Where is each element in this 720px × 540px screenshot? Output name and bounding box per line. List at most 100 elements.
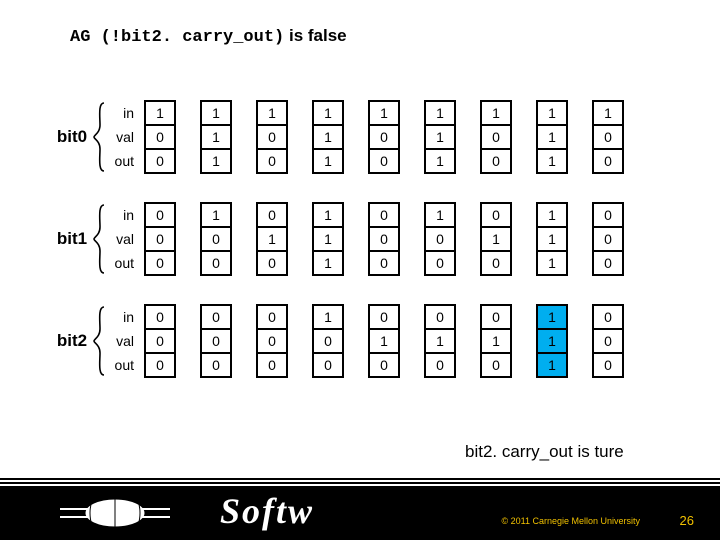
state-cell: 0 bbox=[482, 126, 510, 150]
state-columns: 000100010111000100010111000 bbox=[144, 202, 624, 276]
state-column: 100 bbox=[424, 202, 456, 276]
state-cell: 0 bbox=[202, 330, 230, 354]
curly-brace-icon bbox=[92, 305, 106, 377]
state-cell: 0 bbox=[594, 204, 622, 228]
state-cell: 1 bbox=[538, 354, 566, 376]
state-table-groups: bit0invalout100111100111100111100111100b… bbox=[52, 100, 624, 406]
state-cell: 0 bbox=[314, 330, 342, 354]
row-label: in bbox=[108, 305, 138, 329]
bit-group: bit1invalout000100010111000100010111000 bbox=[52, 202, 624, 276]
curly-brace-icon bbox=[92, 101, 106, 173]
row-label: val bbox=[108, 329, 138, 353]
state-cell: 1 bbox=[370, 102, 398, 126]
state-column: 010 bbox=[480, 304, 512, 378]
annotation-text: bit2. carry_out is ture bbox=[465, 442, 624, 462]
footer-rule-lines bbox=[0, 478, 720, 490]
slide-headline: AG (!bit2. carry_out) is false bbox=[70, 26, 347, 47]
state-column: 010 bbox=[256, 202, 288, 276]
state-cell: 0 bbox=[370, 354, 398, 376]
state-cell: 1 bbox=[482, 228, 510, 252]
footer-copyright: © 2011 Carnegie Mellon University bbox=[501, 516, 640, 526]
state-cell: 1 bbox=[314, 102, 342, 126]
state-column: 100 bbox=[312, 304, 344, 378]
state-cell: 1 bbox=[258, 102, 286, 126]
state-cell: 0 bbox=[258, 150, 286, 172]
state-cell: 1 bbox=[482, 330, 510, 354]
state-cell: 1 bbox=[538, 102, 566, 126]
state-cell: 0 bbox=[146, 252, 174, 274]
state-cell: 0 bbox=[594, 252, 622, 274]
slide-footer: Softw © 2011 Carnegie Mellon University … bbox=[0, 486, 720, 540]
state-cell: 1 bbox=[594, 102, 622, 126]
state-cell: 0 bbox=[146, 150, 174, 172]
state-cell: 1 bbox=[202, 102, 230, 126]
world-icon bbox=[60, 492, 170, 539]
state-cell: 1 bbox=[426, 330, 454, 354]
row-label: out bbox=[108, 251, 138, 275]
state-cell: 0 bbox=[482, 204, 510, 228]
headline-suffix: is false bbox=[284, 26, 346, 45]
state-cell: 1 bbox=[482, 102, 510, 126]
row-labels: invalout bbox=[108, 305, 138, 377]
state-cell: 1 bbox=[538, 204, 566, 228]
headline-code: AG (!bit2. carry_out) bbox=[70, 28, 284, 47]
curly-brace-icon bbox=[92, 203, 106, 275]
state-cell: 1 bbox=[314, 252, 342, 274]
bit-group-label: bit1 bbox=[52, 229, 92, 249]
state-column: 111 bbox=[536, 100, 568, 174]
state-cell: 0 bbox=[594, 306, 622, 330]
state-cell: 0 bbox=[258, 306, 286, 330]
state-column: 111 bbox=[536, 202, 568, 276]
state-cell: 0 bbox=[146, 306, 174, 330]
state-cell: 1 bbox=[314, 204, 342, 228]
row-label: out bbox=[108, 353, 138, 377]
state-column: 100 bbox=[256, 100, 288, 174]
bit-group-label: bit0 bbox=[52, 127, 92, 147]
page-number: 26 bbox=[680, 513, 694, 528]
state-cell: 1 bbox=[538, 252, 566, 274]
state-cell: 0 bbox=[370, 252, 398, 274]
state-cell: 0 bbox=[258, 354, 286, 376]
state-column-highlight: 111 bbox=[536, 304, 568, 378]
state-column: 100 bbox=[200, 202, 232, 276]
state-cell: 0 bbox=[482, 306, 510, 330]
state-column: 100 bbox=[592, 100, 624, 174]
state-column: 000 bbox=[144, 202, 176, 276]
state-cell: 0 bbox=[426, 228, 454, 252]
state-cell: 0 bbox=[258, 126, 286, 150]
state-cell: 1 bbox=[426, 102, 454, 126]
state-cell: 0 bbox=[370, 204, 398, 228]
state-cell: 0 bbox=[146, 330, 174, 354]
state-cell: 0 bbox=[594, 150, 622, 172]
row-label: in bbox=[108, 101, 138, 125]
row-label: in bbox=[108, 203, 138, 227]
state-column: 000 bbox=[368, 202, 400, 276]
state-cell: 0 bbox=[426, 252, 454, 274]
state-cell: 0 bbox=[370, 150, 398, 172]
state-cell: 1 bbox=[370, 330, 398, 354]
state-cell: 1 bbox=[146, 102, 174, 126]
state-cell: 1 bbox=[314, 306, 342, 330]
state-cell: 0 bbox=[370, 126, 398, 150]
state-cell: 0 bbox=[594, 330, 622, 354]
state-column: 100 bbox=[144, 100, 176, 174]
state-cell: 0 bbox=[258, 252, 286, 274]
state-cell: 0 bbox=[202, 252, 230, 274]
state-cell: 0 bbox=[202, 306, 230, 330]
state-cell: 0 bbox=[482, 150, 510, 172]
state-cell: 1 bbox=[314, 228, 342, 252]
state-cell: 1 bbox=[426, 150, 454, 172]
state-cell: 1 bbox=[426, 204, 454, 228]
state-cell: 1 bbox=[314, 126, 342, 150]
state-cell: 0 bbox=[146, 354, 174, 376]
state-cell: 1 bbox=[314, 150, 342, 172]
state-column: 111 bbox=[424, 100, 456, 174]
row-label: val bbox=[108, 227, 138, 251]
state-cell: 0 bbox=[594, 354, 622, 376]
state-column: 010 bbox=[368, 304, 400, 378]
bit-group: bit2invalout000000000100010010010111000 bbox=[52, 304, 624, 378]
state-cell: 0 bbox=[370, 306, 398, 330]
state-cell: 1 bbox=[538, 126, 566, 150]
state-cell: 1 bbox=[202, 150, 230, 172]
state-column: 100 bbox=[480, 100, 512, 174]
